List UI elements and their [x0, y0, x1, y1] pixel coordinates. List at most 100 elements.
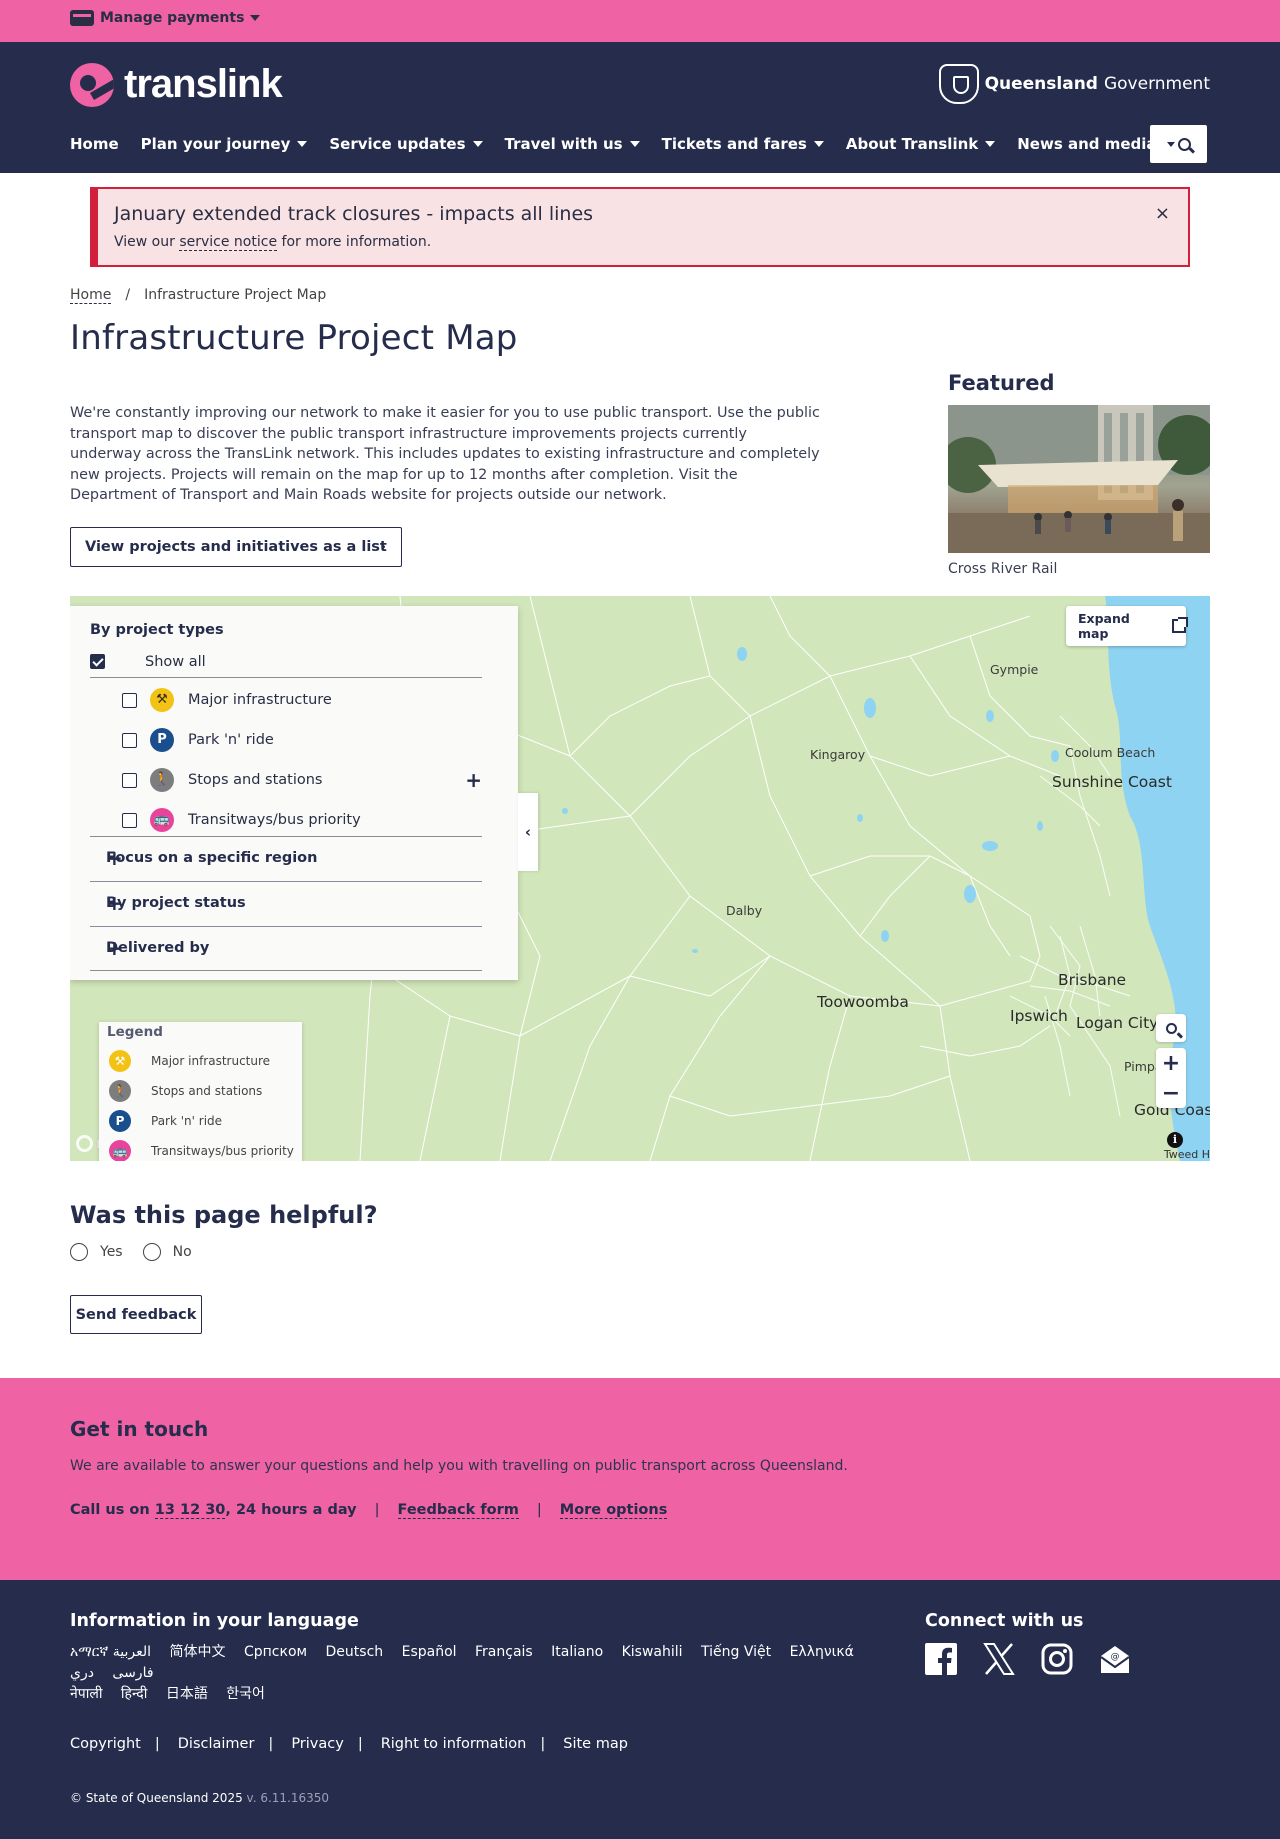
breadcrumb-home[interactable]: Home: [70, 287, 112, 304]
feedback-form-link[interactable]: Feedback form: [397, 1502, 519, 1519]
language-link[interactable]: Español: [402, 1642, 457, 1663]
featured-image[interactable]: [948, 405, 1210, 553]
language-link[interactable]: دري: [70, 1663, 94, 1684]
right-to-information-link[interactable]: Right to information: [381, 1736, 527, 1752]
map-legend: Legend ⚒ Major infrastructure 🚶 Stops an…: [99, 1022, 302, 1161]
language-link[interactable]: हिन्दी: [121, 1684, 147, 1705]
nav-about-translink[interactable]: About Translink: [846, 135, 996, 153]
plus-icon: +: [106, 936, 123, 960]
checkbox[interactable]: [122, 733, 137, 748]
nav-plan-your-journey[interactable]: Plan your journey: [141, 135, 308, 153]
chevron-down-icon: [297, 141, 308, 147]
breadcrumb-current: Infrastructure Project Map: [144, 287, 327, 303]
filter-stops-and-stations[interactable]: 🚶 Stops and stations +: [122, 766, 482, 796]
language-link[interactable]: العربية: [113, 1642, 151, 1663]
email-icon[interactable]: @: [1099, 1642, 1131, 1676]
instagram-icon[interactable]: [1041, 1642, 1073, 1676]
radio-yes[interactable]: Yes: [70, 1243, 123, 1261]
language-link[interactable]: Kiswahili: [622, 1642, 683, 1663]
nav-tickets-and-fares[interactable]: Tickets and fares: [662, 135, 824, 153]
language-link[interactable]: Ελληνικά: [790, 1642, 854, 1663]
x-icon[interactable]: [983, 1642, 1015, 1676]
separator: |: [357, 1736, 363, 1752]
phone-link[interactable]: 13 12 30: [154, 1502, 226, 1519]
nav-service-updates[interactable]: Service updates: [329, 135, 483, 153]
show-all-checkbox[interactable]: Show all: [90, 654, 482, 678]
nav-home[interactable]: Home: [70, 135, 119, 153]
radio-no[interactable]: No: [142, 1243, 192, 1261]
queensland-government-logo[interactable]: Queensland Government: [938, 64, 1210, 104]
language-link[interactable]: Српском: [244, 1642, 307, 1663]
featured-caption: Cross River Rail: [948, 561, 1058, 577]
language-link[interactable]: Tiếng Việt: [701, 1642, 771, 1663]
manage-payments-link[interactable]: Manage payments: [70, 10, 261, 26]
zoom-in-button[interactable]: +: [1156, 1048, 1186, 1078]
view-list-button[interactable]: View projects and initiatives as a list …: [70, 527, 402, 567]
place-toowoomba: Toowoomba: [817, 993, 909, 1011]
info-icon[interactable]: i: [1167, 1132, 1183, 1148]
language-link[interactable]: فارسی: [112, 1663, 153, 1684]
project-map[interactable]: Gympie Kingaroy Coolum Beach Sunshine Co…: [70, 596, 1210, 1161]
expand-plus-icon[interactable]: +: [465, 768, 482, 792]
accordion-region[interactable]: Focus on a specific region +: [90, 836, 482, 881]
legend-label: Major infrastructure: [151, 1054, 271, 1068]
facebook-icon[interactable]: [925, 1642, 957, 1676]
language-link[interactable]: አማርኛ: [70, 1644, 108, 1660]
language-link[interactable]: 日本語: [166, 1684, 208, 1705]
checkbox[interactable]: [122, 773, 137, 788]
filter-transitways[interactable]: 🚌 Transitways/bus priority: [122, 806, 482, 836]
translink-logo[interactable]: translink: [70, 62, 283, 107]
nav-label: News and media: [1017, 135, 1157, 153]
place-brisbane: Brisbane: [1058, 971, 1127, 989]
place-tweed-heads: Tweed H: [1163, 1148, 1210, 1161]
intro-text: We're constantly improving our network t…: [70, 405, 820, 503]
more-options-link[interactable]: More options: [559, 1502, 668, 1519]
disclaimer-link[interactable]: Disclaimer: [178, 1736, 255, 1752]
collapse-panel-button[interactable]: ‹: [518, 793, 538, 871]
get-in-touch-text: We are available to answer your question…: [70, 1458, 848, 1474]
accordion-project-status[interactable]: By project status +: [90, 881, 482, 926]
language-link[interactable]: 한국어: [226, 1684, 265, 1705]
filter-park-n-ride[interactable]: P Park 'n' ride: [122, 726, 482, 756]
radio-button[interactable]: [70, 1243, 88, 1261]
place-logan-city: Logan City: [1076, 1014, 1159, 1032]
accordion-delivered-by[interactable]: Delivered by +: [90, 926, 482, 971]
expand-map-button[interactable]: Expand map: [1066, 606, 1188, 646]
crane-icon: ⚒: [150, 688, 174, 712]
nav-travel-with-us[interactable]: Travel with us: [505, 135, 640, 153]
site-map-link[interactable]: Site map: [563, 1736, 628, 1752]
manage-payments-label: Manage payments: [100, 10, 245, 26]
map-search-button[interactable]: [1156, 1014, 1186, 1042]
plus-icon: +: [106, 891, 123, 915]
place-ipswich: Ipswich: [1010, 1007, 1068, 1025]
site-header: translink Queensland Government Home Pla…: [0, 42, 1280, 173]
filter-major-infrastructure[interactable]: ⚒ Major infrastructure: [122, 686, 482, 716]
checkbox[interactable]: [122, 693, 137, 708]
copyright-link[interactable]: Copyright: [70, 1736, 141, 1752]
radio-button[interactable]: [142, 1243, 161, 1261]
close-icon[interactable]: ×: [1155, 203, 1170, 224]
parking-icon: P: [109, 1110, 131, 1132]
language-link[interactable]: Français: [475, 1642, 533, 1663]
language-link[interactable]: Deutsch: [326, 1642, 384, 1663]
legend-label: Transitways/bus priority: [151, 1144, 294, 1158]
service-notice-link[interactable]: service notice: [179, 234, 278, 251]
version-label: v. 6.11.16350: [242, 1791, 330, 1805]
legend-label: Stops and stations: [151, 1084, 263, 1098]
send-feedback-button[interactable]: Send feedback: [70, 1295, 202, 1334]
chevron-down-icon: [1166, 141, 1175, 147]
get-in-touch-heading: Get in touch: [70, 1417, 209, 1441]
bus-icon: 🚌: [150, 808, 174, 832]
checkbox[interactable]: [122, 813, 137, 828]
language-link[interactable]: 简体中文: [170, 1642, 226, 1663]
zoom-out-button[interactable]: −: [1156, 1078, 1186, 1108]
chevron-down-icon: [985, 141, 996, 147]
place-sunshine-coast: Sunshine Coast: [1052, 773, 1172, 791]
search-icon: [1165, 1022, 1177, 1034]
language-link[interactable]: Italiano: [551, 1642, 603, 1663]
search-button[interactable]: [1150, 125, 1207, 163]
privacy-link[interactable]: Privacy: [291, 1736, 344, 1752]
language-link[interactable]: नेपाली: [70, 1684, 102, 1705]
checkbox-checked[interactable]: [90, 654, 105, 669]
chevron-right-icon: ›: [380, 539, 386, 555]
